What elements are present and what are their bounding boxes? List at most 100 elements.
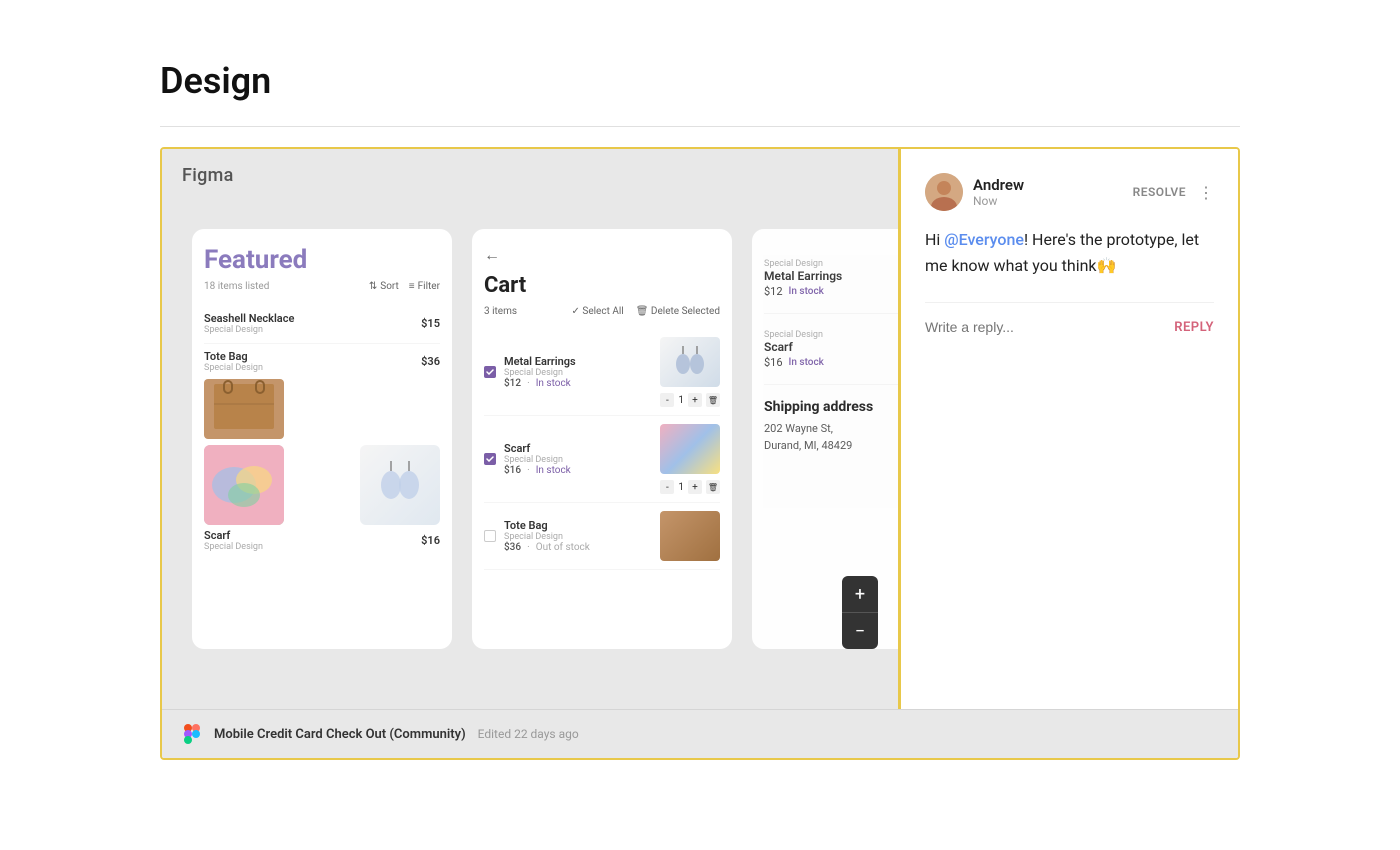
shipping-section: Shipping address 202 Wayne St, Durand, M… <box>764 385 898 468</box>
comment-mention[interactable]: @Everyone <box>944 230 1024 249</box>
main-card: Figma Featured 18 items listed ⇅ Sort <box>160 147 1240 760</box>
product-row-tote: Tote Bag Special Design $36 <box>204 350 440 439</box>
cart-item-price-scarf: $16 <box>504 465 521 476</box>
cart-item-stock-scarf: In stock <box>536 465 571 476</box>
featured-meta: 18 items listed ⇅ Sort ≡ Filter <box>204 281 440 292</box>
product-tag-tote: Special Design <box>204 363 263 373</box>
partial-brand-scarf: Special Design <box>764 330 824 340</box>
sort-icon: ⇅ <box>369 281 377 292</box>
cart-qty-earrings: - 1 + 🗑 <box>660 393 720 407</box>
cart-checkbox-earrings[interactable] <box>484 366 496 378</box>
comment-header: Andrew Now RESOLVE ⋮ <box>925 173 1214 211</box>
delete-scarf[interactable]: 🗑 <box>706 480 720 494</box>
product-tag-scarf: Special Design <box>204 542 263 552</box>
card-top: Figma Featured 18 items listed ⇅ Sort <box>162 149 1238 709</box>
more-menu-button[interactable]: ⋮ <box>1198 183 1214 202</box>
cart-item-price-tote: $36 <box>504 542 521 553</box>
cart-checkbox-scarf[interactable] <box>484 453 496 465</box>
comment-body: Hi @Everyone! Here's the prototype, let … <box>925 227 1214 278</box>
figma-screens: Featured 18 items listed ⇅ Sort ≡ F <box>192 229 868 649</box>
divider <box>160 126 1240 127</box>
product-info-tote: Tote Bag Special Design <box>204 350 263 373</box>
cart-count: 3 items <box>484 306 517 317</box>
cart-checkbox-tote[interactable] <box>484 530 496 542</box>
author-time: Now <box>973 194 1024 208</box>
partial-name-earrings: Metal Earrings <box>764 269 842 283</box>
avatar <box>925 173 963 211</box>
product-price-scarf: $16 <box>421 534 440 547</box>
screen-cart[interactable]: ← Cart 3 items ✓ Select All 🗑 Delete Sel… <box>472 229 732 649</box>
scarf-cart-image <box>660 424 720 474</box>
cart-qty-scarf: - 1 + 🗑 <box>660 480 720 494</box>
reply-area: REPLY <box>925 302 1214 335</box>
comment-panel: Andrew Now RESOLVE ⋮ Hi @Everyone! Here'… <box>898 149 1238 709</box>
featured-count: 18 items listed <box>204 281 269 292</box>
qty-value-earrings: 1 <box>678 395 684 406</box>
cart-item-details-tote: Tote Bag Special Design $36 · Out of sto… <box>504 519 652 553</box>
cart-item-details-earrings: Metal Earrings Special Design $12 · In s… <box>504 355 652 389</box>
footer-title: Mobile Credit Card Check Out (Community) <box>214 727 466 742</box>
qty-plus-scarf[interactable]: + <box>688 480 702 494</box>
cart-item-stock-earrings: In stock <box>536 378 571 389</box>
product-tag-necklace: Special Design <box>204 325 294 335</box>
comment-prefix: Hi <box>925 230 944 249</box>
shipping-title: Shipping address <box>764 399 898 415</box>
comment-actions: RESOLVE ⋮ <box>1133 183 1214 202</box>
partial-name-scarf: Scarf <box>764 340 824 354</box>
product-name-necklace: Seashell Necklace <box>204 312 294 325</box>
featured-actions: ⇅ Sort ≡ Filter <box>369 281 440 292</box>
qty-minus-scarf[interactable]: - <box>660 480 674 494</box>
zoom-out-button[interactable]: − <box>842 613 878 649</box>
cart-back-icon[interactable]: ← <box>484 245 720 265</box>
figma-area[interactable]: Figma Featured 18 items listed ⇅ Sort <box>162 149 898 709</box>
qty-value-scarf: 1 <box>678 482 684 493</box>
resolve-button[interactable]: RESOLVE <box>1133 185 1186 199</box>
select-all-button[interactable]: ✓ Select All <box>572 306 624 317</box>
cart-item-tote: Tote Bag Special Design $36 · Out of sto… <box>484 503 720 570</box>
cart-item-earrings: Metal Earrings Special Design $12 · In s… <box>484 329 720 416</box>
page-container: Design Figma Featured 18 items listed ⇅ <box>0 0 1400 820</box>
zoom-controls: + − <box>842 576 878 649</box>
sort-button[interactable]: ⇅ Sort <box>369 281 399 292</box>
cart-item-price-row-scarf: $16 · In stock <box>504 465 652 476</box>
partial-item-scarf: Special Design Scarf $16 In stock <box>764 314 898 385</box>
comment-author-section: Andrew Now <box>925 173 1024 211</box>
earrings-image-featured <box>360 445 440 525</box>
cart-item-scarf: Scarf Special Design $16 · In stock <box>484 416 720 503</box>
cart-meta: 3 items ✓ Select All 🗑 Delete Selected <box>484 306 720 317</box>
product-name-tote: Tote Bag <box>204 350 263 363</box>
author-name: Andrew <box>973 176 1024 194</box>
partial-item-info-scarf: Special Design Scarf $16 In stock <box>764 330 824 369</box>
figma-file-icon <box>182 724 202 744</box>
tote-image <box>204 379 284 439</box>
partial-price-earrings: $12 <box>764 285 783 298</box>
cart-item-name-earrings: Metal Earrings <box>504 355 652 368</box>
delete-selected-button[interactable]: 🗑 Delete Selected <box>636 306 720 317</box>
partial-stock-scarf: In stock <box>789 357 824 368</box>
cart-item-price-row-earrings: $12 · In stock <box>504 378 652 389</box>
cart-item-details-scarf: Scarf Special Design $16 · In stock <box>504 442 652 476</box>
partial-stock-earrings: In stock <box>789 286 824 297</box>
qty-minus-earrings[interactable]: - <box>660 393 674 407</box>
card-footer: Mobile Credit Card Check Out (Community)… <box>162 709 1238 758</box>
scarf-image <box>204 445 284 525</box>
delete-earrings[interactable]: 🗑 <box>706 393 720 407</box>
zoom-in-button[interactable]: + <box>842 576 878 612</box>
qty-plus-earrings[interactable]: + <box>688 393 702 407</box>
cart-title: Cart <box>484 273 720 298</box>
cart-item-brand-earrings: Special Design <box>504 368 652 378</box>
cart-item-name-scarf: Scarf <box>504 442 652 455</box>
product-price-tote: $36 <box>421 355 440 368</box>
filter-icon: ≡ <box>409 281 415 292</box>
featured-title: Featured <box>204 245 440 275</box>
cart-item-price-earrings: $12 <box>504 378 521 389</box>
filter-button[interactable]: ≡ Filter <box>409 281 440 292</box>
product-info-scarf: Scarf Special Design <box>204 529 263 552</box>
product-info-necklace: Seashell Necklace Special Design <box>204 312 294 335</box>
reply-input[interactable] <box>925 319 1174 335</box>
earrings-cart-image <box>660 337 720 387</box>
author-info: Andrew Now <box>973 176 1024 208</box>
reply-button[interactable]: REPLY <box>1174 320 1214 335</box>
partial-price-scarf: $16 <box>764 356 783 369</box>
screen-featured[interactable]: Featured 18 items listed ⇅ Sort ≡ F <box>192 229 452 649</box>
